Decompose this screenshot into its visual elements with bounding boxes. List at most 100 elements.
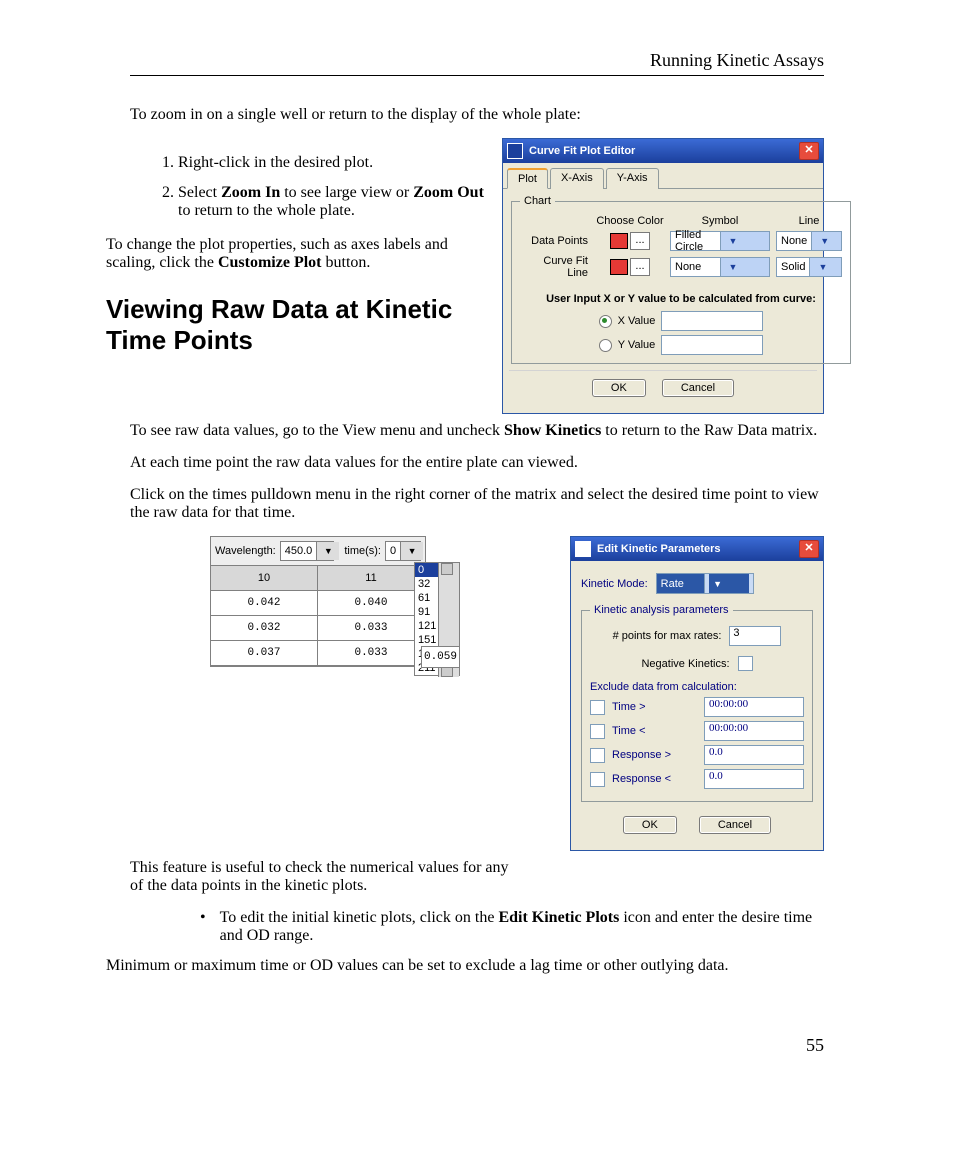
time-gt-checkbox[interactable] (590, 700, 605, 715)
time-lt-input[interactable]: 00:00:00 (704, 721, 804, 741)
cancel-button[interactable]: Cancel (699, 816, 771, 834)
hdr-line: Line (776, 215, 842, 227)
wavelength-panel: Wavelength: 450.0 ▼ time(s): 0 ▼ 10 11 0… (210, 536, 426, 667)
page-number: 55 (130, 1035, 824, 1056)
exclude-label: Exclude data from calculation: (590, 681, 804, 693)
tab-xaxis[interactable]: X-Axis (550, 168, 604, 189)
cell-r2c1: 0.032 (211, 616, 318, 641)
cell-r1c1: 0.042 (211, 591, 318, 616)
time-lt-label: Time < (612, 725, 704, 737)
chevron-down-icon[interactable]: ▼ (316, 542, 339, 560)
chevron-down-icon[interactable]: ▼ (720, 258, 770, 276)
chevron-down-icon[interactable]: ▼ (704, 574, 753, 593)
step-2: Select Zoom In to see large view or Zoom… (178, 184, 486, 220)
step-2-zoomin: Zoom In (221, 184, 280, 201)
step-1: Right-click in the desired plot. (178, 154, 486, 172)
negative-kinetics-checkbox[interactable] (738, 656, 753, 671)
cell-tail: 0.059 (421, 646, 460, 668)
points-max-rates-input[interactable]: 3 (729, 626, 781, 646)
ekp-title: Edit Kinetic Parameters (597, 543, 721, 555)
curve-fit-title: Curve Fit Plot Editor (529, 145, 635, 157)
para-show-kinetics: To see raw data values, go to the View m… (130, 422, 824, 440)
app-icon (507, 143, 523, 159)
dp-color-button[interactable]: ... (630, 232, 650, 250)
yvalue-radio[interactable] (599, 339, 612, 352)
xvalue-input[interactable] (661, 311, 763, 331)
negative-kinetics-label: Negative Kinetics: (641, 658, 729, 670)
cf-symbol-combo[interactable]: None▼ (670, 257, 770, 277)
para-change-plot-b: Customize Plot (218, 254, 322, 271)
yvalue-label: Y Value (618, 339, 656, 351)
resp-lt-input[interactable]: 0.0 (704, 769, 804, 789)
row-curve-fit-label: Curve Fit Line (520, 255, 590, 279)
kinetic-mode-value: Rate (657, 574, 705, 593)
wavelength-combo[interactable]: 450.0 ▼ (280, 541, 334, 561)
step-2-zoomout: Zoom Out (413, 184, 484, 201)
ok-button[interactable]: OK (623, 816, 677, 834)
header-divider (130, 75, 824, 76)
curve-fit-dialog: Curve Fit Plot Editor ✕ Plot X-Axis Y-Ax… (502, 138, 824, 414)
time-combo[interactable]: 0 ▼ (385, 541, 421, 561)
chart-fieldset: Chart Choose Color Symbol Line Data Poin… (511, 195, 851, 364)
cell-r1c2: 0.040 (318, 591, 425, 616)
cf-color-button[interactable]: ... (630, 258, 650, 276)
cell-r3c1: 0.037 (211, 641, 318, 666)
dp-color-swatch (610, 233, 628, 249)
para-view-b: Show Kinetics (504, 422, 601, 439)
time-gt-input[interactable]: 00:00:00 (704, 697, 804, 717)
ok-button[interactable]: OK (592, 379, 646, 397)
kinetic-mode-combo[interactable]: Rate ▼ (656, 573, 754, 594)
chevron-down-icon[interactable]: ▼ (720, 232, 770, 250)
para-view-post: to return to the Raw Data matrix. (601, 422, 817, 439)
close-icon[interactable]: ✕ (799, 142, 819, 160)
col-header-10: 10 (211, 566, 318, 591)
wavelength-value: 450.0 (281, 545, 317, 557)
chevron-down-icon[interactable]: ▼ (811, 232, 841, 250)
step-2-pre: Select (178, 184, 221, 201)
dp-symbol-combo[interactable]: Filled Circle▼ (670, 231, 770, 251)
kinetic-params-fieldset: Kinetic analysis parameters # points for… (581, 604, 813, 802)
resp-lt-checkbox[interactable] (590, 772, 605, 787)
para-view-pre: To see raw data values, go to the View m… (130, 422, 504, 439)
close-icon[interactable]: ✕ (799, 540, 819, 558)
resp-gt-input[interactable]: 0.0 (704, 745, 804, 765)
curve-fit-titlebar[interactable]: Curve Fit Plot Editor ✕ (503, 139, 823, 163)
cf-line-combo[interactable]: Solid▼ (776, 257, 842, 277)
points-max-rates-label: # points for max rates: (613, 630, 722, 642)
bullet-edit-kinetic: • To edit the initial kinetic plots, cli… (200, 909, 824, 945)
step-2-post: to return to the whole plate. (178, 202, 355, 219)
chart-legend: Chart (520, 195, 555, 207)
cell-r3c2: 0.033 (318, 641, 425, 666)
xvalue-radio[interactable] (599, 315, 612, 328)
cf-symbol-value: None (671, 261, 720, 273)
yvalue-input[interactable] (661, 335, 763, 355)
resp-gt-checkbox[interactable] (590, 748, 605, 763)
cell-r2c2: 0.033 (318, 616, 425, 641)
bullet-pre: To edit the initial kinetic plots, click… (220, 909, 499, 926)
time-lt-checkbox[interactable] (590, 724, 605, 739)
cf-line-value: Solid (777, 261, 809, 273)
data-table: 10 11 0.042 0.040 0.032 0.033 0.037 0.03… (211, 566, 425, 666)
dp-line-combo[interactable]: None▼ (776, 231, 842, 251)
page-header-title: Running Kinetic Assays (130, 50, 824, 71)
tab-yaxis[interactable]: Y-Axis (606, 168, 659, 189)
cancel-button[interactable]: Cancel (662, 379, 734, 397)
chevron-down-icon[interactable]: ▼ (809, 258, 841, 276)
step-2-mid: to see large view or (280, 184, 413, 201)
bullet-icon: • (200, 909, 206, 945)
time-value: 0 (386, 545, 400, 557)
dp-line-value: None (777, 235, 811, 247)
dp-symbol-value: Filled Circle (671, 229, 720, 253)
resp-lt-label: Response < (612, 773, 704, 785)
ekp-titlebar[interactable]: Edit Kinetic Parameters ✕ (571, 537, 823, 561)
hdr-choose-color: Choose Color (596, 215, 664, 227)
tab-plot[interactable]: Plot (507, 168, 548, 189)
chevron-down-icon[interactable]: ▼ (400, 542, 423, 560)
user-input-caption: User Input X or Y value to be calculated… (520, 293, 842, 305)
section-heading: Viewing Raw Data at Kinetic Time Points (106, 294, 486, 356)
resp-gt-label: Response > (612, 749, 704, 761)
xvalue-label: X Value (618, 315, 656, 327)
bullet-b: Edit Kinetic Plots (498, 909, 619, 926)
para-click-times: Click on the times pulldown menu in the … (130, 486, 824, 522)
hdr-symbol: Symbol (670, 215, 770, 227)
